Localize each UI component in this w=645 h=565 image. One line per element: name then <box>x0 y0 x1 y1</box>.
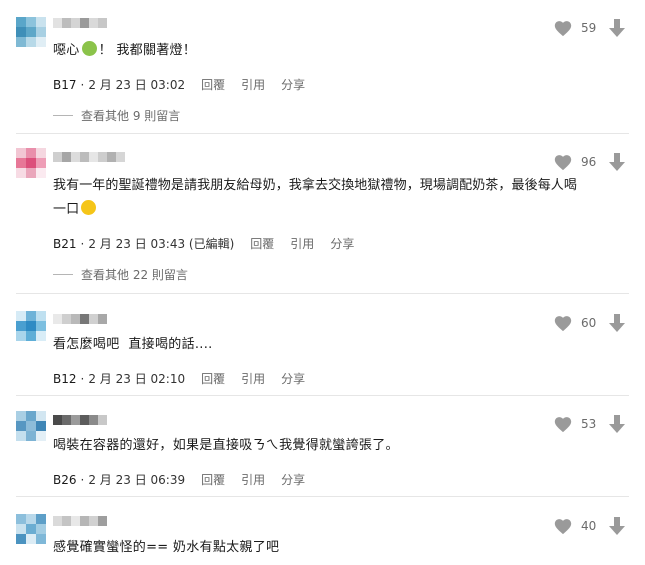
nauseated-face-icon <box>81 41 97 56</box>
reply-button[interactable]: 回覆 <box>201 370 225 387</box>
comment-meta: B12 · 2 月 23 日 02:10 回覆 引用 分享 <box>53 370 305 387</box>
floor-number: B26 <box>53 472 77 487</box>
username[interactable] <box>53 18 107 28</box>
divider <box>16 395 629 396</box>
divider-line <box>53 115 73 116</box>
laughing-face-icon <box>81 200 97 215</box>
quote-button[interactable]: 引用 <box>241 471 265 488</box>
comment-meta: B26 · 2 月 23 日 06:39 回覆 引用 分享 <box>53 471 305 488</box>
divider <box>16 133 629 134</box>
share-button[interactable]: 分享 <box>281 471 305 488</box>
comment-meta: B21 · 2 月 23 日 03:43 (已編輯) 回覆 引用 分享 <box>53 235 354 252</box>
username[interactable] <box>53 415 107 425</box>
heart-icon[interactable] <box>553 517 573 535</box>
arrow-down-icon[interactable] <box>609 19 625 37</box>
quote-button[interactable]: 引用 <box>241 76 265 93</box>
quote-button[interactable]: 引用 <box>290 235 314 252</box>
meta-separator: · <box>80 371 85 386</box>
comment-text: 看怎麼喝吧 直接喝的話.... <box>53 337 213 352</box>
comment-text: 我有一年的聖誕禮物是請我朋友給母奶，我拿去交換地獄禮物，現場調配奶茶，最後每人喝… <box>53 178 578 217</box>
quote-button[interactable]: 引用 <box>241 370 265 387</box>
view-more-replies[interactable]: 查看其他 22 則留言 <box>53 266 188 283</box>
vote-controls: 53 <box>553 415 625 433</box>
timestamp: 2 月 23 日 02:10 <box>88 372 186 386</box>
comment-text: 喝裝在容器的還好，如果是直接吸ㄋㄟ我覺得就蠻誇張了。 <box>53 438 399 453</box>
arrow-down-icon[interactable] <box>609 415 625 433</box>
meta-separator: · <box>80 236 85 251</box>
heart-icon[interactable] <box>553 153 573 171</box>
share-button[interactable]: 分享 <box>330 235 354 252</box>
username[interactable] <box>53 314 107 324</box>
avatar[interactable] <box>16 17 46 47</box>
like-count: 53 <box>581 417 597 431</box>
avatar[interactable] <box>16 148 46 178</box>
arrow-down-icon[interactable] <box>609 517 625 535</box>
view-more-replies[interactable]: 查看其他 9 則留言 <box>53 107 180 124</box>
floor-number: B21 <box>53 236 77 251</box>
username[interactable] <box>53 516 107 526</box>
meta-separator: · <box>80 472 85 487</box>
timestamp: 2 月 23 日 03:43 (已編輯) <box>88 237 235 251</box>
reply-button[interactable]: 回覆 <box>201 76 225 93</box>
heart-icon[interactable] <box>553 19 573 37</box>
reply-button[interactable]: 回覆 <box>201 471 225 488</box>
avatar[interactable] <box>16 514 46 544</box>
heart-icon[interactable] <box>553 415 573 433</box>
vote-controls: 59 <box>553 19 625 37</box>
vote-controls: 96 <box>553 153 625 171</box>
divider-line <box>53 274 73 275</box>
share-button[interactable]: 分享 <box>281 76 305 93</box>
avatar[interactable] <box>16 311 46 341</box>
comment-meta: B17 · 2 月 23 日 03:02 回覆 引用 分享 <box>53 76 305 93</box>
vote-controls: 40 <box>553 517 625 535</box>
username[interactable] <box>53 152 125 162</box>
comment-text: 噁心！ 我都關著燈！ <box>53 41 197 58</box>
avatar[interactable] <box>16 411 46 441</box>
like-count: 60 <box>581 316 597 330</box>
floor-number: B12 <box>53 371 77 386</box>
divider <box>16 293 629 294</box>
like-count: 96 <box>581 155 597 169</box>
timestamp: 2 月 23 日 03:02 <box>88 78 186 92</box>
floor-number: B17 <box>53 77 77 92</box>
like-count: 40 <box>581 519 597 533</box>
comment-text: 感覺確實蠻怪的== 奶水有點太親了吧 <box>53 540 280 555</box>
like-count: 59 <box>581 21 597 35</box>
arrow-down-icon[interactable] <box>609 153 625 171</box>
reply-button[interactable]: 回覆 <box>250 235 274 252</box>
arrow-down-icon[interactable] <box>609 314 625 332</box>
meta-separator: · <box>80 77 85 92</box>
heart-icon[interactable] <box>553 314 573 332</box>
divider <box>16 496 629 497</box>
share-button[interactable]: 分享 <box>281 370 305 387</box>
vote-controls: 60 <box>553 314 625 332</box>
timestamp: 2 月 23 日 06:39 <box>88 473 186 487</box>
